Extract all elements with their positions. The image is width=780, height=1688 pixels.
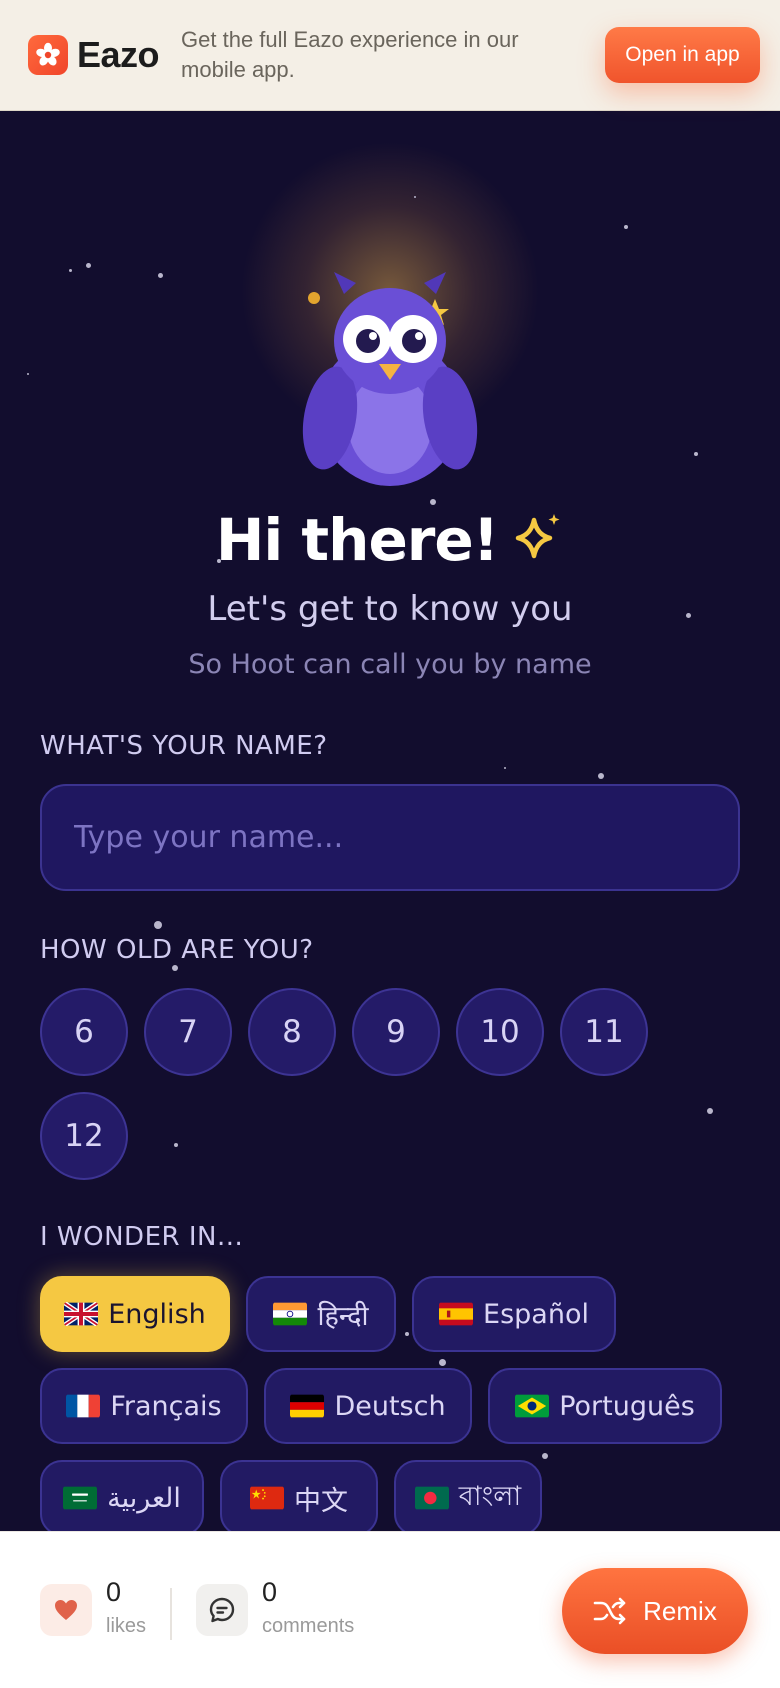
- hint-text: So Hoot can call you by name: [188, 649, 592, 680]
- star-decoration: [694, 452, 698, 456]
- star-decoration: [69, 269, 72, 272]
- age-option-9[interactable]: 9: [352, 988, 440, 1076]
- india-flag-icon: [273, 1302, 308, 1326]
- name-input[interactable]: [40, 784, 740, 891]
- star-decoration: [86, 263, 91, 268]
- star-decoration: [504, 767, 506, 769]
- language-option-hindi[interactable]: हिन्दी: [246, 1276, 396, 1352]
- language-label-hindi: हिन्दी: [317, 1300, 369, 1332]
- saudi-flag-icon: [63, 1486, 98, 1510]
- language-option-bengali[interactable]: বাংলা: [394, 1460, 542, 1531]
- app-banner: Eazo Get the full Eazo experience in our…: [0, 0, 780, 111]
- likes-count: 0: [106, 1577, 122, 1607]
- stat-divider: [170, 1588, 172, 1640]
- name-label: WHAT'S YOUR NAME?: [40, 731, 328, 761]
- age-option-8[interactable]: 8: [248, 988, 336, 1076]
- language-label-arabic: العربية: [107, 1482, 181, 1514]
- language-option-chinese[interactable]: 中文: [220, 1460, 378, 1531]
- onboarding-screen: Hi there! Let's get to know you So Hoot …: [0, 111, 780, 1531]
- germany-flag-icon: [290, 1394, 325, 1418]
- subtitle: Let's get to know you: [207, 589, 573, 629]
- heart-icon: [55, 1600, 77, 1620]
- china-flag-icon: [250, 1486, 284, 1510]
- star-decoration: [154, 921, 162, 929]
- language-option-portuguese[interactable]: Português: [488, 1368, 722, 1444]
- owl-mascot: [302, 272, 478, 486]
- language-label-portuguese: Português: [559, 1390, 695, 1422]
- star-decoration: [158, 273, 163, 278]
- comments-count: 0: [262, 1577, 278, 1607]
- like-button[interactable]: [40, 1584, 92, 1636]
- star-decoration: [405, 1332, 409, 1336]
- language-label-bengali: বাংলা: [458, 1480, 522, 1512]
- shuffle-icon: [593, 1597, 626, 1625]
- star-decoration: [27, 373, 29, 375]
- age-option-6[interactable]: 6: [40, 988, 128, 1076]
- language-label-english: English: [108, 1298, 206, 1330]
- brand: Eazo: [28, 34, 160, 76]
- age-option-11[interactable]: 11: [560, 988, 648, 1076]
- star-decoration: [624, 225, 628, 229]
- remix-label: Remix: [643, 1595, 717, 1626]
- open-in-app-button[interactable]: Open in app: [605, 27, 760, 83]
- age-label: HOW OLD ARE YOU?: [40, 935, 314, 965]
- language-option-french[interactable]: Français: [40, 1368, 248, 1444]
- age-option-10[interactable]: 10: [456, 988, 544, 1076]
- france-flag-icon: [66, 1394, 101, 1418]
- language-label-chinese: 中文: [294, 1485, 348, 1517]
- language-label-french: Français: [110, 1390, 222, 1422]
- language-option-arabic[interactable]: العربية: [40, 1460, 204, 1531]
- likes-label: likes: [106, 1615, 147, 1637]
- comments-label: comments: [262, 1615, 355, 1637]
- star-decoration: [542, 1453, 548, 1459]
- comment-icon: [209, 1597, 235, 1623]
- banner-message: Get the full Eazo experience in our mobi…: [181, 27, 519, 82]
- comment-button[interactable]: [196, 1584, 248, 1636]
- brazil-flag-icon: [515, 1394, 550, 1418]
- language-option-english[interactable]: English: [40, 1276, 230, 1352]
- bangladesh-flag-icon: [414, 1486, 449, 1510]
- language-label: I WONDER IN...: [40, 1222, 244, 1252]
- language-label-spanish: Español: [483, 1298, 589, 1330]
- language-label-german: Deutsch: [334, 1390, 446, 1422]
- age-option-7[interactable]: 7: [144, 988, 232, 1076]
- sparkle-icon: [510, 510, 564, 578]
- language-option-german[interactable]: Deutsch: [264, 1368, 472, 1444]
- greeting-heading: Hi there!: [0, 506, 780, 578]
- brand-name: Eazo: [77, 34, 160, 75]
- uk-flag-icon: [64, 1302, 99, 1326]
- star-decoration: [598, 773, 604, 779]
- language-option-spanish[interactable]: Español: [412, 1276, 616, 1352]
- greeting-title: Hi there!: [215, 506, 499, 574]
- remix-button[interactable]: Remix: [562, 1568, 748, 1654]
- spain-flag-icon: [439, 1302, 474, 1326]
- star-decoration: [707, 1108, 713, 1114]
- bottom-action-bar: 0 likes 0 comments Remix: [0, 1531, 780, 1688]
- age-option-12[interactable]: 12: [40, 1092, 128, 1180]
- star-decoration: [172, 965, 178, 971]
- star-decoration: [439, 1359, 446, 1366]
- eazo-logo-icon: [28, 35, 68, 75]
- star-decoration: [174, 1143, 178, 1147]
